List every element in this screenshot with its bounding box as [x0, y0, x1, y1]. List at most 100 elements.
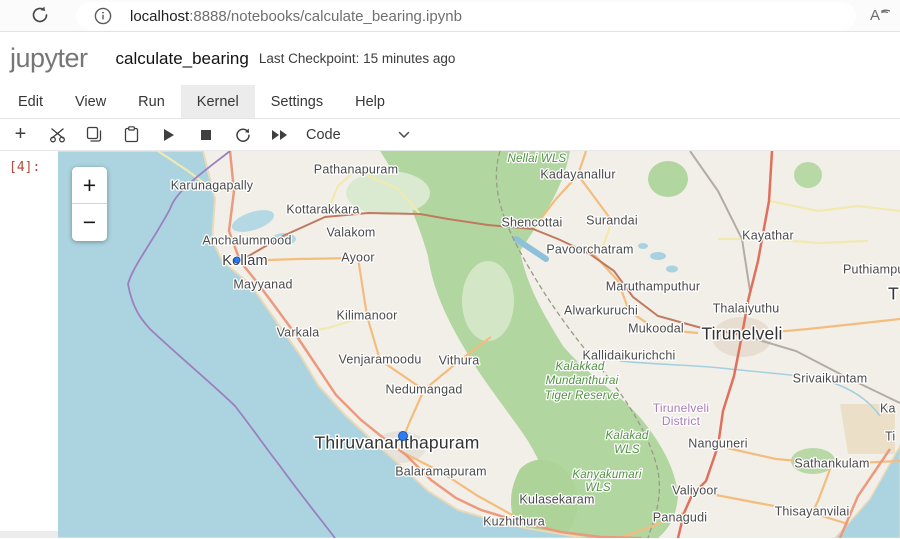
map-label: Tirunelveli — [701, 324, 782, 344]
svg-text:A: A — [870, 7, 880, 24]
url-host: localhost — [130, 8, 189, 25]
map-label: Shencottai — [501, 215, 562, 229]
site-info-icon[interactable] — [94, 7, 112, 25]
map-label: Thiruvananthapuram — [314, 433, 479, 453]
kollam-marker[interactable] — [234, 257, 240, 263]
fast-forward-icon — [271, 129, 288, 141]
map-label: Tiger Reserve — [545, 390, 620, 402]
menu-settings[interactable]: Settings — [255, 85, 339, 118]
map-label: Alwarkuruchi — [564, 303, 638, 317]
map-label: Maruthamputhur — [606, 279, 701, 293]
copy-cell-button[interactable] — [76, 121, 113, 149]
map-label: Kottarakkara — [286, 202, 359, 216]
map-label: Kalakad — [606, 430, 649, 442]
map-label: Kollam — [222, 253, 268, 269]
plus-icon: + — [15, 123, 27, 146]
url-text: localhost:8888/notebooks/calculate_beari… — [130, 8, 462, 25]
cell-type-value: Code — [306, 127, 341, 143]
map-label: Puthiampu — [843, 262, 900, 276]
jupyter-logo: jupyter — [10, 43, 88, 74]
insert-cell-button[interactable]: + — [2, 121, 39, 149]
map-label: Mukoodal — [628, 321, 684, 335]
cell-type-dropdown[interactable]: Code — [306, 126, 410, 144]
thiruvananthapuram-marker[interactable] — [399, 432, 408, 441]
forest-patch — [648, 161, 688, 197]
map-label: Nanguneri — [688, 436, 747, 450]
map-label: District — [662, 414, 701, 428]
cut-cell-button[interactable] — [39, 121, 76, 149]
map-label: Srivaikuntam — [793, 371, 868, 385]
gutter-strip — [0, 531, 58, 538]
chevron-down-icon — [398, 126, 410, 144]
map-label: Pathanapuram — [314, 162, 398, 176]
run-all-button[interactable] — [261, 121, 298, 149]
menu-bar: Edit View Run Kernel Settings Help — [0, 85, 900, 119]
map-label: Nedumangad — [385, 382, 462, 396]
forest-patch — [794, 162, 822, 188]
map-label: Thalaiyuthu — [713, 301, 780, 315]
map-label: Ti — [885, 429, 895, 443]
map-label: Kilimanoor — [336, 308, 397, 322]
map-label: Kuzhithura — [483, 514, 545, 528]
map-label: Ka — [880, 401, 896, 415]
address-bar[interactable]: localhost:8888/notebooks/calculate_beari… — [76, 2, 856, 30]
folium-map[interactable]: Karunagapally Pathanapuram Nellai WLS Kaday… — [58, 151, 900, 538]
refresh-button[interactable] — [27, 4, 53, 30]
map-label: Anchalummood — [202, 233, 291, 247]
zoom-in-button[interactable]: + — [72, 167, 107, 204]
read-aloud-button[interactable]: A — [866, 4, 892, 28]
map-label: Vithura — [439, 353, 480, 367]
map-label: Valakom — [326, 225, 375, 239]
map-label: Tirunelveli — [653, 401, 709, 415]
menu-kernel[interactable]: Kernel — [181, 85, 255, 118]
map-label: Kayathar — [742, 228, 794, 242]
browser-bar: localhost:8888/notebooks/calculate_beari… — [0, 0, 900, 32]
notebook-header: jupyter calculate_bearing Last Checkpoin… — [0, 32, 900, 85]
map-label: T — [888, 284, 899, 304]
notebook-title[interactable]: calculate_bearing — [116, 49, 249, 69]
map-label: Varkala — [277, 325, 320, 339]
map-label: Thisayanvilai — [775, 504, 850, 518]
map-label: Kalakkad — [556, 361, 605, 373]
lake — [638, 243, 648, 249]
menu-edit[interactable]: Edit — [2, 85, 59, 118]
run-cell-button[interactable] — [150, 121, 187, 149]
map-label: Sathankulam — [794, 456, 869, 470]
map-label: Ayoor — [341, 250, 374, 264]
toolbar: + — [0, 119, 900, 151]
menu-help[interactable]: Help — [339, 85, 401, 118]
menu-run[interactable]: Run — [122, 85, 181, 118]
url-path: :8888/notebooks/calculate_bearing.ipynb — [189, 8, 462, 25]
map-label: Nellai WLS — [508, 153, 567, 165]
map-label: Mundanthurai — [546, 375, 619, 387]
map-label: Mayyanad — [233, 277, 292, 291]
map-canvas: Karunagapally Pathanapuram Nellai WLS Kaday… — [58, 151, 900, 538]
refresh-icon — [30, 5, 50, 30]
notebook-cell-output: [4]: — [0, 151, 900, 538]
map-label: Kanyakumari — [572, 469, 642, 481]
restart-kernel-button[interactable] — [224, 121, 261, 149]
zoom-control: + − — [72, 167, 107, 241]
zoom-out-button[interactable]: − — [72, 204, 107, 241]
paste-cell-button[interactable] — [113, 121, 150, 149]
play-icon — [162, 128, 175, 142]
copy-icon — [86, 126, 103, 143]
output-prompt: [4]: — [9, 160, 40, 175]
menu-view[interactable]: View — [59, 85, 122, 118]
scissors-icon — [49, 127, 67, 143]
lake — [650, 252, 666, 260]
clipboard-icon — [124, 126, 139, 143]
stop-icon — [200, 129, 212, 141]
read-aloud-icon: A — [868, 4, 890, 29]
map-label: Balaramapuram — [395, 464, 487, 478]
checkpoint-text: Last Checkpoint: 15 minutes ago — [259, 51, 456, 66]
forest-patch-light — [462, 261, 514, 341]
interrupt-kernel-button[interactable] — [187, 121, 224, 149]
map-label: Karunagapally — [171, 178, 254, 192]
map-label: Valiyoor — [672, 483, 718, 497]
map-label: WLS — [614, 444, 640, 456]
map-label: Pavoorchatram — [546, 242, 633, 256]
lake — [666, 266, 678, 273]
map-label: Surandai — [586, 213, 638, 227]
map-label: Kadayanallur — [540, 167, 615, 181]
